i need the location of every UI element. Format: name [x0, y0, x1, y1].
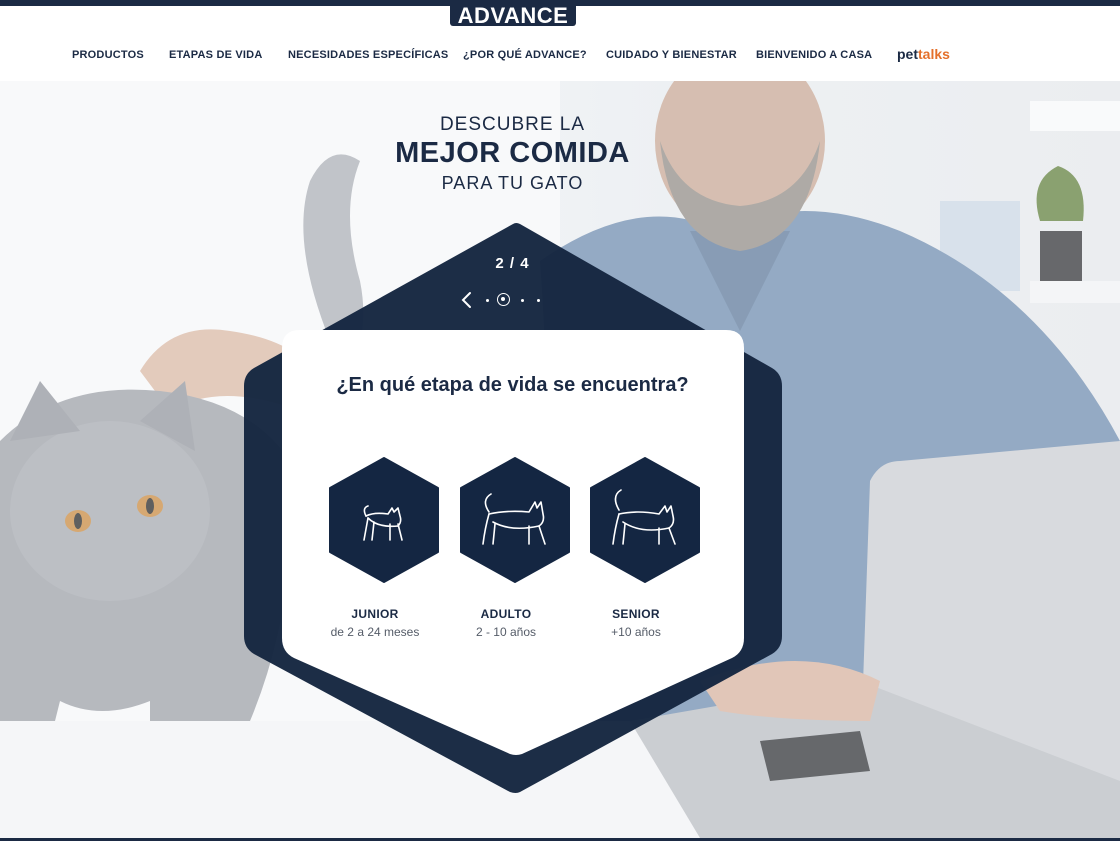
adult-cat-icon	[460, 457, 570, 583]
nav-productos[interactable]: PRODUCTOS	[72, 49, 144, 61]
nav-bienvenido[interactable]: BIENVENIDO A CASA	[756, 49, 872, 61]
hero-tagline-main: MEJOR COMIDA	[395, 137, 630, 169]
stage-adulto-title: ADULTO	[480, 607, 532, 621]
pettalks-pet: pet	[897, 46, 918, 62]
pettalks-talks: talks	[918, 46, 950, 62]
life-stage-question: ¿En qué etapa de vida se encuentra?	[336, 374, 689, 396]
carousel-dot-4[interactable]	[537, 299, 540, 302]
nav-por-que-advance[interactable]: ¿POR QUÉ ADVANCE?	[463, 49, 587, 61]
hero-tagline-top: DESCUBRE LA	[439, 114, 586, 135]
nav-etapas-de-vida[interactable]: ETAPAS DE VIDA	[169, 49, 262, 61]
carousel-counter: 2 / 4	[495, 255, 530, 272]
senior-cat-icon	[590, 457, 700, 583]
main-navigation: PRODUCTOS ETAPAS DE VIDA NECESIDADES ESP…	[0, 46, 1120, 69]
carousel-dot-3[interactable]	[521, 299, 524, 302]
nav-cuidado[interactable]: CUIDADO Y BIENESTAR	[606, 49, 737, 61]
stage-junior-title: JUNIOR	[351, 607, 399, 621]
stage-senior-subtitle: +10 años	[611, 625, 661, 639]
stage-junior-subtitle: de 2 a 24 meses	[330, 625, 420, 639]
stage-adulto-subtitle: 2 - 10 años	[475, 625, 537, 639]
pettalks-link[interactable]: pettalks	[897, 46, 950, 62]
stage-senior[interactable]: SENIOR +10 años	[580, 456, 710, 646]
kitten-icon	[329, 457, 439, 583]
nav-necesidades[interactable]: NECESIDADES ESPECÍFICAS	[288, 49, 448, 61]
hero-tagline-bottom: PARA TU GATO	[441, 173, 584, 193]
brand-logo[interactable]: ADVANCE	[450, 0, 576, 26]
stage-adulto[interactable]: ADULTO 2 - 10 años	[450, 456, 580, 646]
carousel-navigation	[458, 290, 558, 310]
carousel-dot-2-active[interactable]	[497, 293, 510, 306]
stage-junior[interactable]: JUNIOR de 2 a 24 meses	[319, 456, 449, 646]
stage-senior-title: SENIOR	[612, 607, 660, 621]
carousel-dot-1[interactable]	[486, 299, 489, 302]
chevron-left-icon[interactable]	[458, 290, 476, 310]
